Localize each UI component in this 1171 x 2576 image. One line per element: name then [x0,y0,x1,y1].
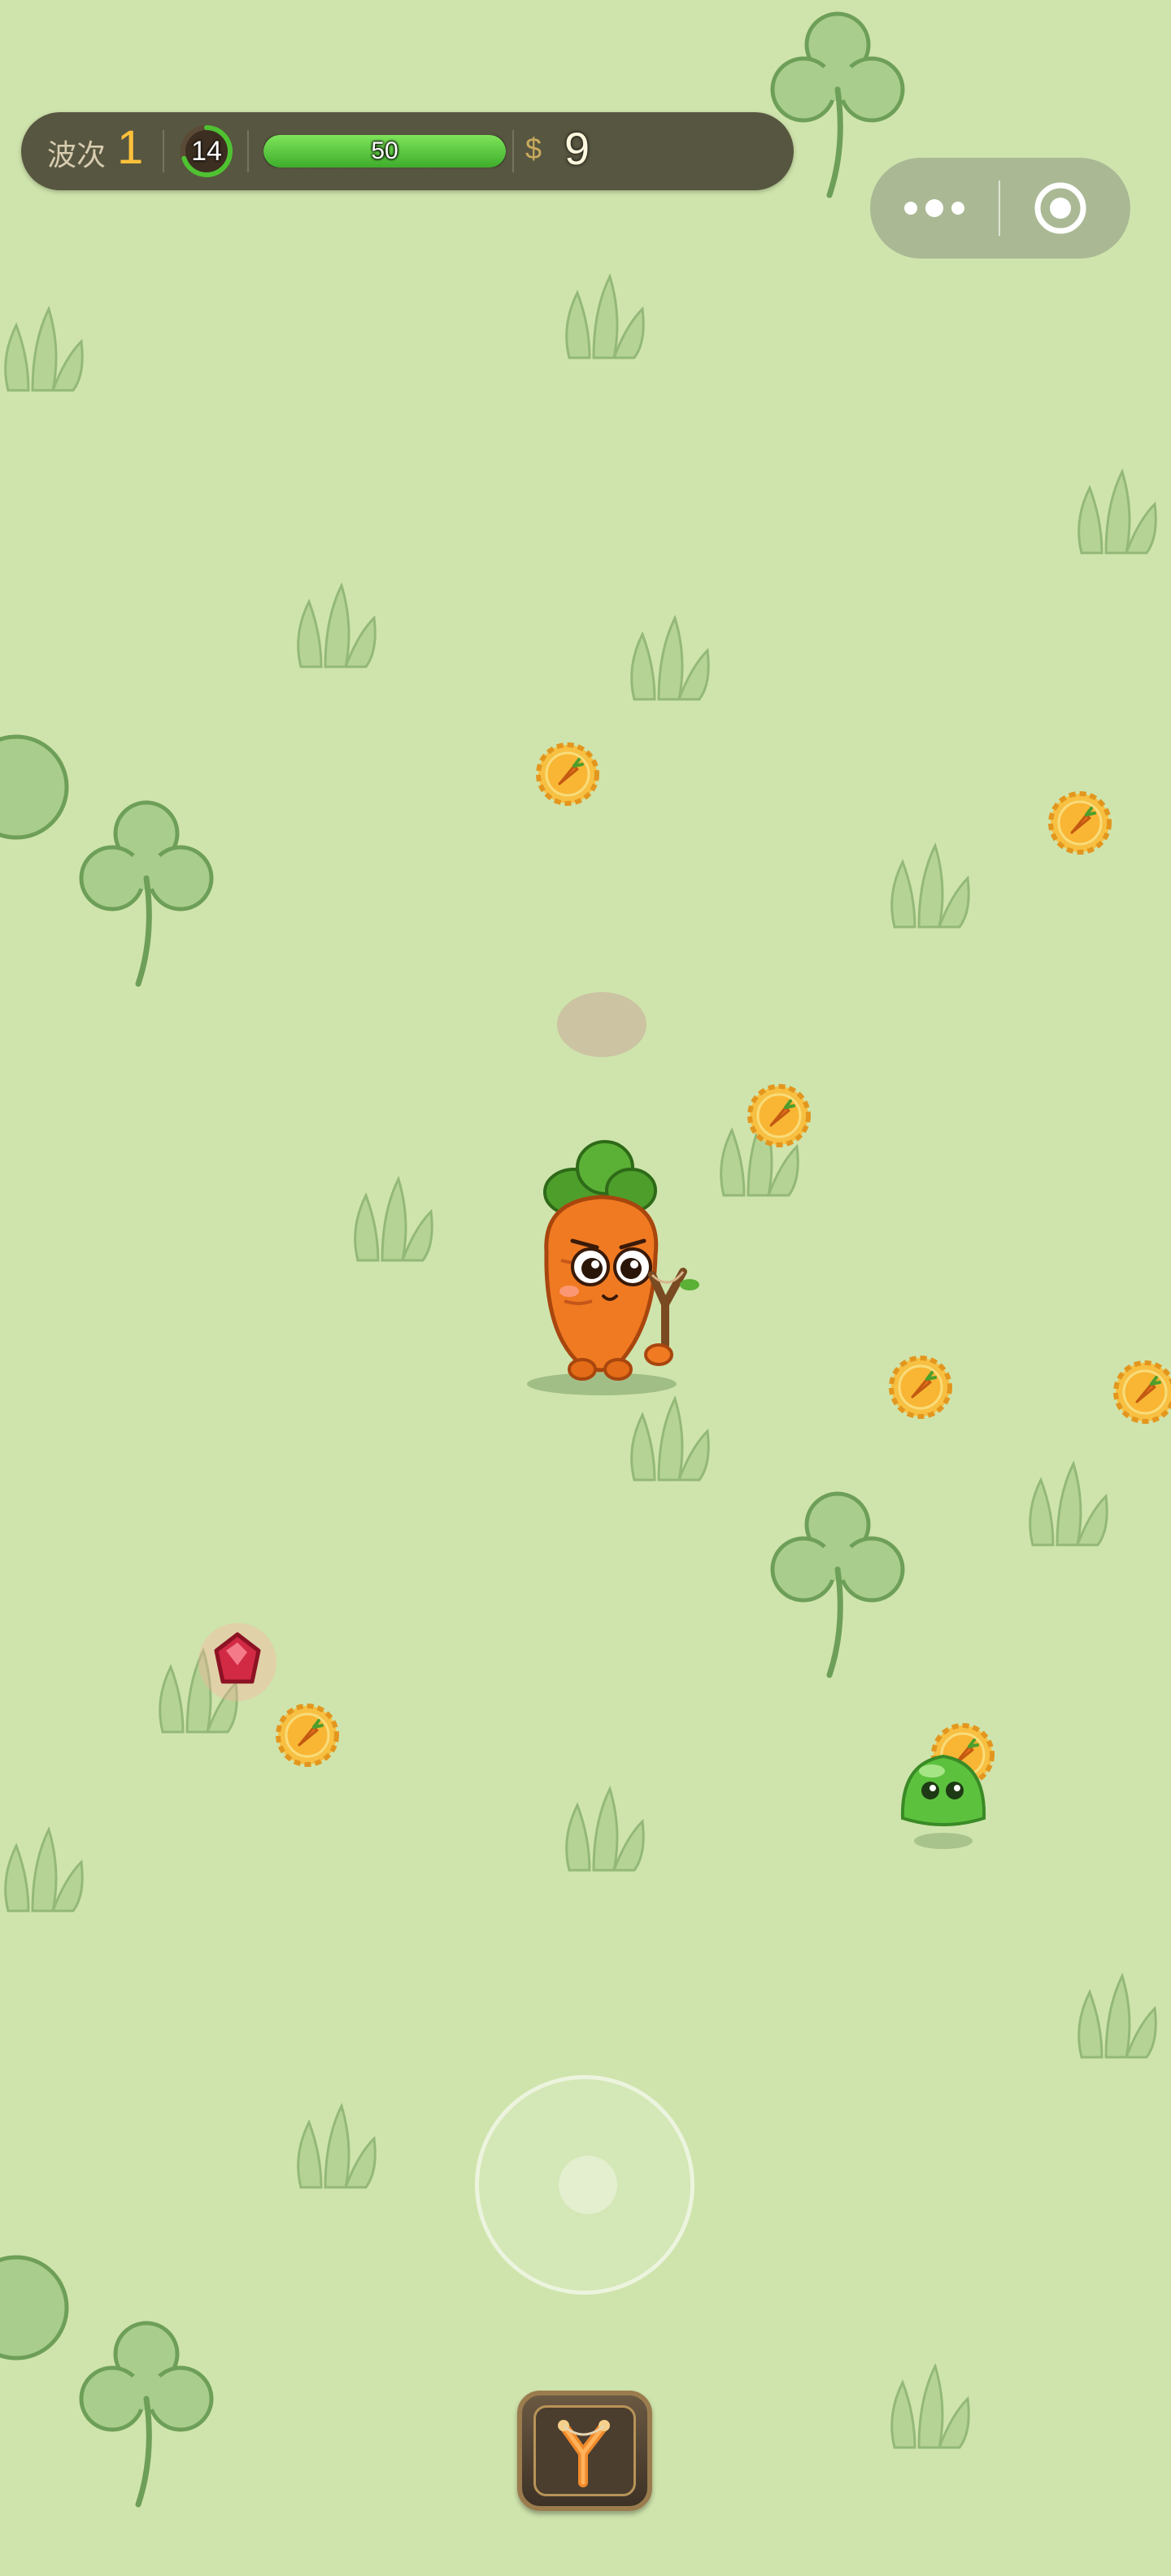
grass-decoration [630,1397,710,1482]
wave-timer: 14 [179,124,234,179]
virtual-joystick[interactable] [475,2075,694,2295]
joystick-knob[interactable] [559,2156,617,2214]
grass-decoration [890,2365,970,2449]
timer-value: 14 [191,136,222,167]
coin-pickup [750,1086,808,1145]
clover-decoration [0,734,69,840]
clover-decoration [0,2255,69,2361]
slime-enemy [900,1754,986,1849]
grass-decoration [354,1177,433,1262]
grass-decoration [1029,1462,1108,1547]
capsule-divider [999,181,1000,236]
clover-decoration [773,1494,903,1675]
grass-decoration [4,1828,84,1912]
grass-decoration [890,844,970,929]
game-stage[interactable]: 波次 1 14 50 $ 9 [0,0,1171,2576]
coin-pickup [278,1706,337,1764]
slingshot-icon [558,2420,610,2487]
gem-pickup [198,1623,276,1701]
mini-program-capsule [870,158,1130,259]
hud-divider [512,130,514,172]
health-bar: 50 [262,133,507,169]
clover-decoration [81,2323,211,2504]
coin-pickup [891,1358,950,1416]
grass-decoration [297,584,377,668]
target-close-icon[interactable] [1033,181,1088,236]
health-value: 50 [371,137,398,164]
grass-decoration [557,992,646,1057]
grass-decoration [630,616,710,701]
wave-label: 波次 [47,139,107,172]
grass-decoration [565,275,645,359]
carrot-player [527,1140,699,1395]
money-value: 9 [564,123,590,174]
grass-decoration [4,307,84,392]
grass-decoration [297,2104,377,2189]
coin-pickup [538,745,597,803]
coin-pickup [1051,794,1109,852]
weapon-slot-frame [533,2405,636,2496]
grass-decoration [1077,1974,1157,2059]
grass-decoration [1077,470,1157,555]
hud-bar: 波次 1 14 50 $ 9 [21,112,794,190]
coin-pickup [1116,1363,1171,1421]
weapon-slot-button[interactable] [517,2391,652,2511]
wave-number: 1 [117,121,144,174]
more-dots-icon[interactable] [870,158,999,259]
grass-decoration [565,1787,645,1872]
clover-decoration [81,803,211,984]
hud-divider [247,130,249,172]
hud-divider [163,130,164,172]
money-icon: $ [525,132,542,165]
